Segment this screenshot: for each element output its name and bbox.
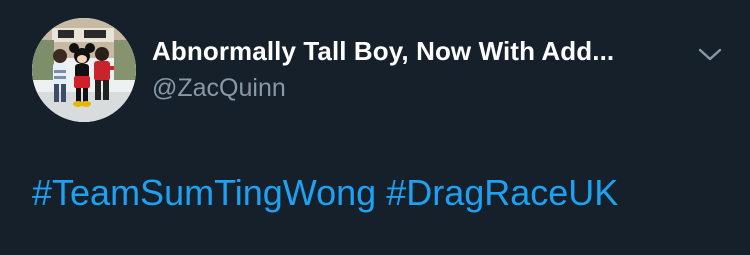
tweet-text: #TeamSumTingWong #DragRaceUK: [32, 172, 618, 214]
user-handle[interactable]: @ZacQuinn: [152, 74, 286, 103]
profile-photo-icon: [32, 18, 136, 122]
chevron-down-icon[interactable]: [696, 42, 724, 66]
display-name[interactable]: Abnormally Tall Boy, Now With Add...: [152, 36, 614, 67]
hashtag-link[interactable]: #TeamSumTingWong: [32, 172, 376, 213]
avatar[interactable]: [32, 18, 136, 122]
hashtag-link[interactable]: #DragRaceUK: [386, 172, 618, 213]
tweet-card: Abnormally Tall Boy, Now With Add... @Za…: [0, 0, 750, 255]
